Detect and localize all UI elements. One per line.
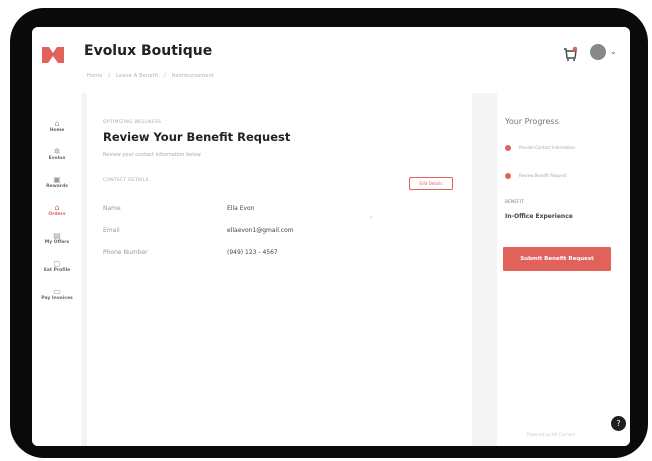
sidebar-item-eat-profile[interactable]: ◻ Eat Profile: [32, 259, 82, 274]
sidebar-item-my-offers[interactable]: ▤ My Offers: [32, 231, 82, 246]
breadcrumb-separator: /: [164, 73, 167, 79]
breadcrumb: Home / Leave A Benefit / Reimbursement: [87, 73, 218, 79]
progress-title: Your Progress: [505, 117, 559, 126]
email-value: ellaevon1@gmail.com: [227, 227, 294, 234]
footer-note: Powered by HR Connect: [527, 432, 576, 437]
brand-name: Evolux Boutique: [84, 43, 213, 59]
sidebar-item-label: Rewards: [46, 184, 68, 189]
sidebar-item-label: Home: [49, 128, 65, 133]
brand-logo-icon: [42, 47, 64, 63]
offers-icon: ▤: [53, 231, 61, 240]
phone-label: Phone Number: [103, 249, 148, 256]
sidebar-item-evolux[interactable]: ✲ Evolux: [32, 147, 82, 162]
home-icon: ⌂: [54, 119, 60, 128]
breadcrumb-item[interactable]: Reimbursement: [172, 73, 214, 79]
edit-details-button[interactable]: Edit Details: [409, 177, 453, 190]
contact-details-label: CONTACT DETAILS: [103, 178, 149, 183]
phone-value: (949) 123 - 4567: [227, 249, 278, 256]
progress-panel: Your Progress Provide Contact Informatio…: [497, 93, 630, 446]
evolux-icon: ✲: [53, 147, 61, 156]
sidebar-item-label: Evolux: [48, 156, 66, 161]
top-bar: Evolux Boutique Home / Leave A Benefit /…: [32, 27, 630, 93]
profile-icon: ◻: [53, 259, 61, 268]
progress-step-label: Provide Contact Information: [519, 145, 576, 150]
benefit-label: BENEFIT: [505, 200, 524, 205]
sidebar-item-home[interactable]: ⌂ Home: [32, 119, 82, 134]
progress-step: Provide Contact Information: [505, 145, 575, 151]
submit-benefit-request-button[interactable]: Submit Benefit Request: [503, 247, 611, 271]
page-subtitle: Review your contact information below: [103, 152, 201, 158]
step-dot-icon: [505, 173, 511, 179]
step-dot-icon: [505, 145, 511, 151]
sidebar-item-label: My Offers: [44, 240, 70, 245]
rewards-icon: ▣: [53, 175, 61, 184]
benefit-value: In-Office Experience: [505, 213, 573, 220]
cart-icon[interactable]: [562, 46, 578, 62]
breadcrumb-item[interactable]: Leave A Benefit: [116, 73, 158, 79]
progress-step-label: Review Benefit Request: [519, 173, 567, 178]
email-label: Email: [103, 227, 120, 234]
help-icon[interactable]: ?: [611, 416, 626, 431]
sidebar-item-pay-invoices[interactable]: ▭ Pay Invoices: [32, 287, 82, 302]
avatar[interactable]: [590, 44, 606, 60]
breadcrumb-separator: /: [108, 73, 111, 79]
sidebar-item-rewards[interactable]: ▣ Rewards: [32, 175, 82, 190]
sidebar-item-orders[interactable]: ⌂ Orders: [32, 203, 82, 218]
name-value: Ella Evon: [227, 205, 255, 212]
section-tag: OPTIMIZING WELLNESS: [103, 120, 162, 125]
app-screen: Evolux Boutique Home / Leave A Benefit /…: [32, 27, 630, 446]
sidebar-item-label: Pay Invoices: [41, 296, 73, 301]
name-label: Name: [103, 205, 121, 212]
sidebar-item-label: Eat Profile: [43, 268, 71, 273]
sidebar-item-label: Orders: [48, 212, 66, 217]
page-title: Review Your Benefit Request: [103, 130, 291, 144]
sidebar: ⌂ Home ✲ Evolux ▣ Rewards ⌂ Orders ▤ My …: [32, 93, 83, 446]
progress-step: Review Benefit Request: [505, 173, 566, 179]
chevron-down-icon[interactable]: ⌄: [610, 47, 617, 56]
orders-icon: ⌂: [54, 203, 60, 212]
review-card: OPTIMIZING WELLNESS Review Your Benefit …: [87, 93, 472, 446]
breadcrumb-item[interactable]: Home: [87, 73, 103, 79]
invoice-icon: ▭: [53, 287, 61, 296]
eye-icon[interactable]: ◦: [369, 214, 373, 222]
